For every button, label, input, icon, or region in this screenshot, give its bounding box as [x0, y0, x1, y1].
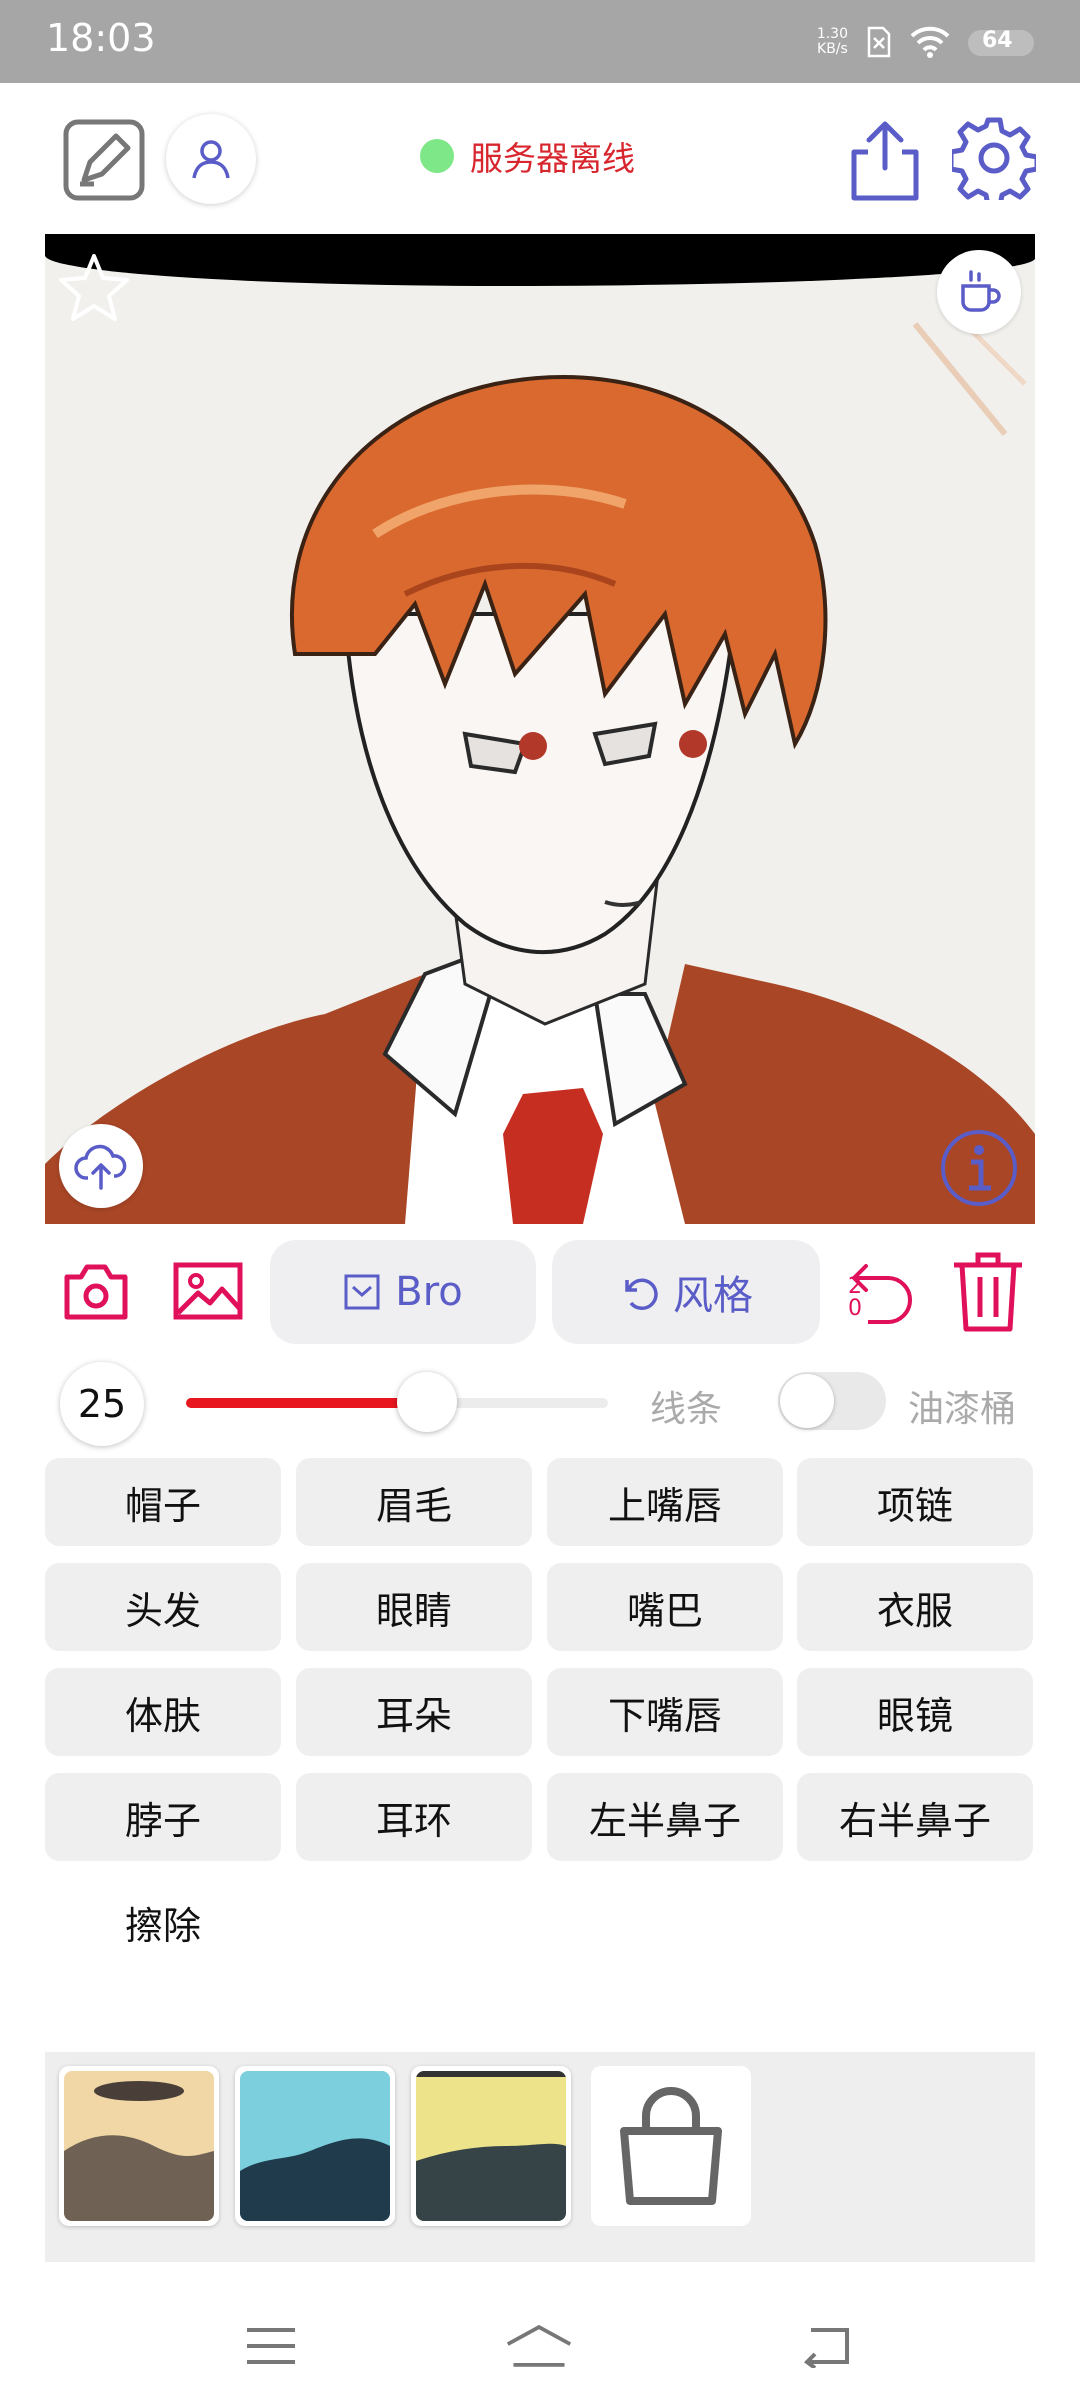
- part-button[interactable]: 体肤: [45, 1668, 281, 1756]
- user-icon: [192, 140, 230, 179]
- style-thumbnail[interactable]: [235, 2066, 395, 2226]
- style-button[interactable]: 风格: [552, 1240, 820, 1344]
- brush-size-value: 25: [60, 1362, 144, 1446]
- part-button[interactable]: 左半鼻子: [547, 1773, 783, 1861]
- info-button[interactable]: [937, 1126, 1021, 1210]
- favorite-button[interactable]: [59, 252, 129, 322]
- share-icon: [851, 121, 919, 201]
- brush-size-slider-thumb[interactable]: [396, 1372, 457, 1432]
- nav-menu-button[interactable]: [236, 2316, 306, 2376]
- part-button[interactable]: 擦除: [45, 1878, 281, 1966]
- coffee-button[interactable]: [937, 250, 1021, 334]
- shopping-bag-icon: [620, 2087, 722, 2205]
- part-button[interactable]: 衣服: [797, 1563, 1033, 1651]
- battery-level: 64: [982, 28, 1013, 53]
- undo-button[interactable]: 20: [842, 1254, 920, 1330]
- brush-size-slider-fill: [186, 1398, 427, 1408]
- part-button[interactable]: 眼镜: [797, 1668, 1033, 1756]
- server-status: 服务器离线: [420, 132, 635, 180]
- bro-button[interactable]: Bro: [270, 1240, 536, 1344]
- style-thumbnail-strip[interactable]: [45, 2052, 1035, 2262]
- info-icon: [941, 1130, 1017, 1206]
- part-button[interactable]: 眼睛: [296, 1563, 532, 1651]
- coffee-cup-icon: [961, 270, 1001, 312]
- store-button[interactable]: [591, 2066, 751, 2226]
- status-dot: [420, 139, 454, 173]
- gallery-button[interactable]: [170, 1258, 246, 1324]
- profile-button[interactable]: [166, 114, 256, 204]
- camera-button[interactable]: [60, 1258, 132, 1324]
- home-icon: [506, 2324, 572, 2367]
- sand-dune-thumbnail-image: [64, 2071, 214, 2221]
- nav-home-button[interactable]: [504, 2316, 574, 2376]
- network-speed: 1.30 KB/s: [816, 26, 848, 57]
- battery-indicator: 64: [968, 26, 1040, 58]
- part-button[interactable]: 右半鼻子: [797, 1773, 1033, 1861]
- anime-portrait-image: [45, 234, 1035, 1224]
- status-icons: 1.30 KB/s 64: [817, 20, 1040, 64]
- bro-label: Bro: [395, 1269, 463, 1315]
- paint-bucket-label: 油漆桶: [908, 1389, 1017, 1430]
- paint-bucket-toggle-knob: [780, 1374, 834, 1428]
- style-thumbnail[interactable]: [59, 2066, 219, 2226]
- nav-back-button[interactable]: [790, 2316, 860, 2376]
- back-icon: [803, 2328, 849, 2368]
- style-thumbnail[interactable]: [411, 2066, 571, 2226]
- part-button[interactable]: 眉毛: [296, 1458, 532, 1546]
- refresh-icon: [625, 1278, 658, 1311]
- status-time: 18:03: [46, 16, 156, 60]
- sim-off-icon: [867, 26, 891, 58]
- part-button[interactable]: 耳朵: [296, 1668, 532, 1756]
- image-icon: [173, 1262, 243, 1320]
- part-button[interactable]: 项链: [797, 1458, 1033, 1546]
- lines-label: 线条: [650, 1389, 723, 1430]
- cloud-upload-icon: [74, 1144, 127, 1190]
- star-icon: [59, 254, 129, 321]
- part-button[interactable]: 帽子: [45, 1458, 281, 1546]
- part-button[interactable]: 脖子: [45, 1773, 281, 1861]
- delete-button[interactable]: [948, 1250, 1028, 1334]
- settings-button[interactable]: [952, 116, 1036, 200]
- part-button[interactable]: 上嘴唇: [547, 1458, 783, 1546]
- camera-icon: [64, 1264, 128, 1320]
- blue-hill-thumbnail-image: [240, 2071, 390, 2221]
- paint-bucket-toggle[interactable]: [778, 1372, 886, 1430]
- wifi-icon: [910, 26, 950, 58]
- part-button[interactable]: 耳环: [296, 1773, 532, 1861]
- part-button[interactable]: 头发: [45, 1563, 281, 1651]
- trash-icon: [954, 1252, 1022, 1332]
- part-button[interactable]: 下嘴唇: [547, 1668, 783, 1756]
- upload-button[interactable]: [59, 1124, 143, 1208]
- style-label: 风格: [673, 1273, 753, 1319]
- edit-icon: [63, 119, 145, 201]
- share-button[interactable]: [848, 118, 922, 202]
- gear-icon: [952, 117, 1036, 200]
- yellow-hill-thumbnail-image: [416, 2071, 566, 2221]
- edit-button[interactable]: [62, 118, 146, 202]
- server-status-text: 服务器离线: [470, 139, 635, 178]
- undo-count: 20: [848, 1274, 862, 1321]
- menu-icon: [247, 2328, 295, 2364]
- part-button[interactable]: 嘴巴: [547, 1563, 783, 1651]
- status-bar: 18:03 1.30 KB/s 64: [0, 0, 1080, 83]
- checkbox-icon: [344, 1274, 380, 1310]
- artwork-canvas[interactable]: [45, 234, 1035, 1224]
